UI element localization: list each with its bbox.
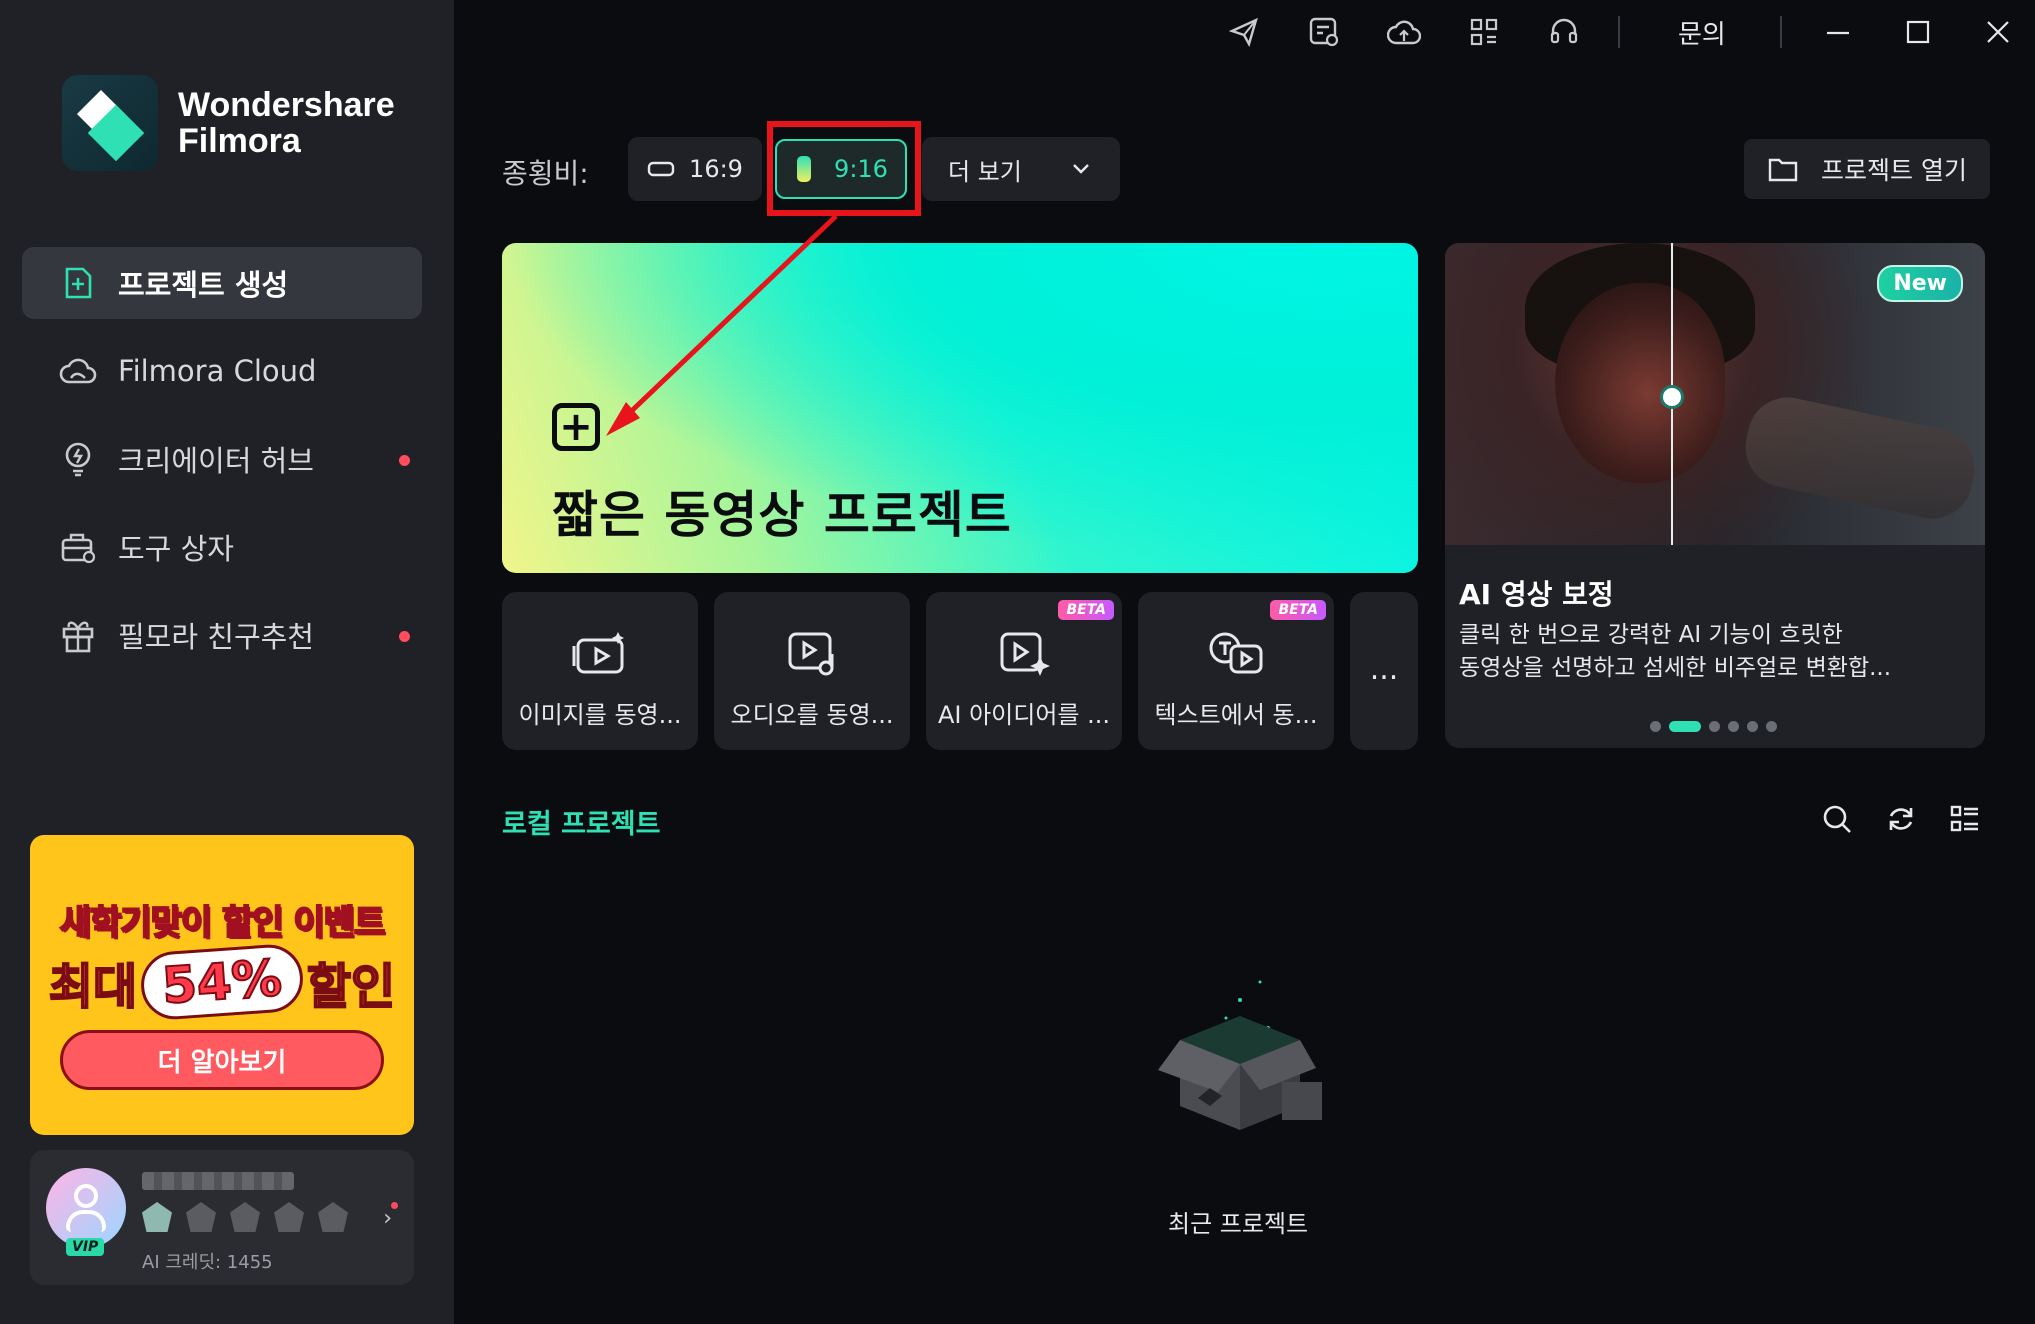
text-to-video-icon <box>1138 630 1334 676</box>
carousel-dot[interactable] <box>1766 721 1777 732</box>
search-icon[interactable] <box>1820 802 1854 836</box>
tool-label: 오디오를 동영... <box>730 701 894 729</box>
beta-badge: BETA <box>1270 600 1326 620</box>
more-dots-icon: ... <box>1369 652 1399 687</box>
carousel-dots <box>1650 721 1777 732</box>
refresh-icon[interactable] <box>1884 802 1918 836</box>
image-to-video-icon <box>502 630 698 676</box>
empty-box-icon <box>1158 980 1322 1130</box>
carousel-dot[interactable] <box>1709 721 1720 732</box>
ai-idea-to-video-icon <box>926 630 1122 676</box>
carousel-dot[interactable] <box>1650 721 1661 732</box>
carousel-dot[interactable] <box>1669 721 1701 732</box>
tool-label: AI 아이디어를 ... <box>937 701 1111 729</box>
tool-image-to-video[interactable]: 이미지를 동영... <box>502 592 698 750</box>
ai-card-desc-line: 클릭 한 번으로 강력한 AI 기능이 흐릿한 <box>1459 622 1843 648</box>
ai-card-desc-line: 동영상을 선명하고 섬세한 비주얼로 변환합... <box>1459 655 1892 681</box>
more-tools-button[interactable]: ... <box>1350 592 1418 750</box>
audio-to-video-icon <box>714 630 910 676</box>
tool-text-to-video[interactable]: BETA 텍스트에서 동... <box>1138 592 1334 750</box>
ai-card-title: AI 영상 보정 <box>1459 578 1614 611</box>
tool-label: 이미지를 동영... <box>518 701 682 729</box>
tool-ai-idea-to-video[interactable]: BETA AI 아이디어를 ... <box>926 592 1122 750</box>
tool-label: 텍스트에서 동... <box>1154 701 1318 729</box>
recent-projects-empty-label: 최근 프로젝트 <box>1168 1210 1309 1238</box>
local-projects-title: 로컬 프로젝트 <box>502 809 661 840</box>
view-mode-icon[interactable] <box>1948 802 1982 836</box>
tool-audio-to-video[interactable]: 오디오를 동영... <box>714 592 910 750</box>
beta-badge: BETA <box>1058 600 1114 620</box>
ai-video-enhance-card[interactable]: New AI 영상 보정 클릭 한 번으로 강력한 AI 기능이 흐릿한 동영상… <box>1445 243 1985 748</box>
ai-card-description: 클릭 한 번으로 강력한 AI 기능이 흐릿한 동영상을 선명하고 섬세한 비주… <box>1459 619 1974 685</box>
ai-enhance-preview-image: New <box>1445 243 1985 545</box>
new-badge: New <box>1877 265 1963 302</box>
compare-slider-handle[interactable] <box>1660 385 1684 409</box>
carousel-dot[interactable] <box>1747 721 1758 732</box>
carousel-dot[interactable] <box>1728 721 1739 732</box>
